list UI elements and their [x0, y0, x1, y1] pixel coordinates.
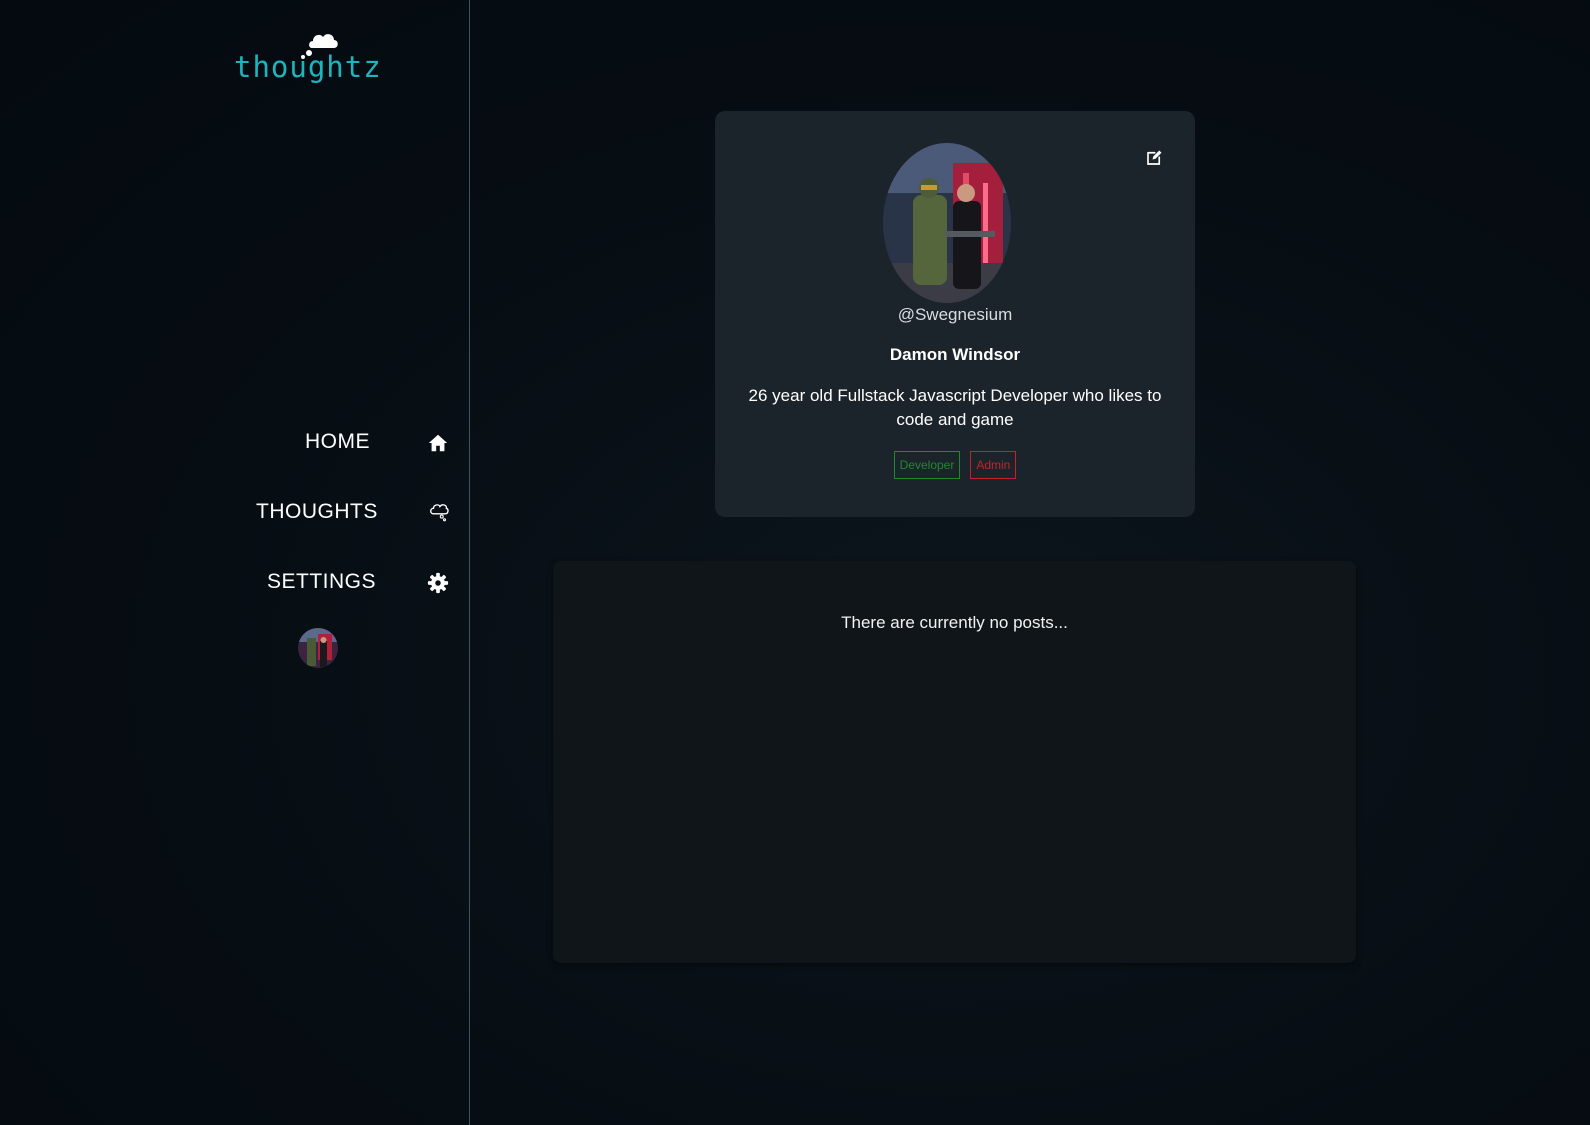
profile-bio: 26 year old Fullstack Javascript Develop…	[748, 386, 1162, 429]
posts-panel: There are currently no posts...	[553, 561, 1356, 963]
user-avatar[interactable]	[298, 628, 338, 668]
badge-developer: Developer	[893, 451, 961, 479]
nav-label-home: HOME	[305, 430, 370, 453]
logo-text: thoughtz	[234, 50, 382, 84]
profile-card: @Swegnesium Damon Windsor 26 year old Fu…	[715, 111, 1195, 517]
profile-name: Damon Windsor	[889, 345, 1021, 364]
profile-handle: @Swegnesium	[897, 305, 1013, 324]
sidebar: thoughtz HOME THOUGHTS SETTINGS	[0, 0, 470, 1125]
gear-icon[interactable]	[427, 572, 449, 594]
edit-profile-icon[interactable]	[1145, 149, 1163, 167]
thought-cloud-icon[interactable]	[428, 501, 450, 523]
nav-item-thoughts[interactable]: THOUGHTS	[256, 500, 378, 524]
avatar-image	[298, 628, 338, 668]
home-icon[interactable]	[427, 432, 449, 454]
badge-admin: Admin	[970, 451, 1017, 479]
profile-photo	[883, 143, 1011, 303]
badge-list: Developer Admin	[715, 451, 1195, 479]
nav-item-settings[interactable]: SETTINGS	[267, 570, 376, 594]
nav-item-home[interactable]: HOME	[305, 430, 370, 454]
nav-label-thoughts: THOUGHTS	[256, 500, 378, 523]
nav-label-settings: SETTINGS	[267, 570, 377, 593]
empty-posts-message: There are currently no posts...	[841, 613, 1068, 632]
logo[interactable]: thoughtz	[234, 28, 384, 86]
profile-avatar	[883, 143, 1011, 303]
